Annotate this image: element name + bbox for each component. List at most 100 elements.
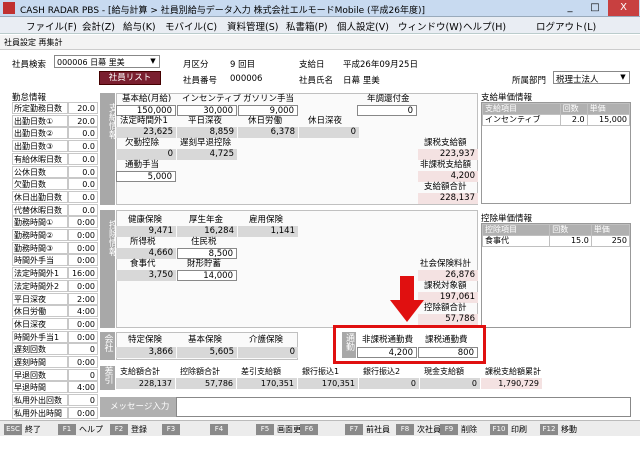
attendance-value[interactable]: 0.0: [68, 165, 98, 178]
attendance-row[interactable]: 平日深夜 2:00: [12, 292, 98, 305]
savings-input[interactable]: 14,000: [177, 270, 237, 281]
attendance-value[interactable]: 4:00: [68, 305, 98, 318]
menu-file[interactable]: ファイル(F): [26, 19, 77, 33]
attendance-row[interactable]: 出勤日数② 0.0: [12, 127, 98, 140]
table-row[interactable]: 食事代 15.0 250: [481, 235, 631, 247]
attendance-row[interactable]: 時間外手当1 0:00: [12, 330, 98, 343]
attendance-value[interactable]: 20.0: [68, 114, 98, 127]
fkey-f1-button[interactable]: F1: [58, 424, 76, 435]
menu-personal-settings[interactable]: 個人設定(V): [337, 19, 389, 33]
deduction-unit-table[interactable]: 控除項目 回数 単価 食事代 15.0 250: [481, 223, 631, 328]
employee-select[interactable]: 000006 日幕 里美 ▼: [54, 55, 160, 68]
attendance-row[interactable]: 早退時間 4:00: [12, 381, 98, 394]
menu-documents[interactable]: 資料管理(S): [227, 19, 278, 33]
attendance-value[interactable]: 0.0: [68, 203, 98, 216]
menu-help[interactable]: ヘルプ(H): [463, 19, 506, 33]
attendance-value[interactable]: 0: [68, 368, 98, 381]
attendance-row[interactable]: 出勤日数③ 0.0: [12, 140, 98, 153]
fkey-f3-button[interactable]: F3: [162, 424, 180, 435]
attendance-value[interactable]: 0: [68, 343, 98, 356]
summary-panel: 支給額合計 228,137 控除額合計 57,786 差引支給額 170,351 銀行振込1…: [116, 366, 640, 390]
attendance-value[interactable]: 16:00: [68, 267, 98, 280]
attendance-value[interactable]: 2:00: [68, 292, 98, 305]
attendance-label: 法定時間外1: [12, 267, 68, 280]
resident-tax-input[interactable]: 8,500: [177, 248, 237, 259]
attendance-row[interactable]: 早退回数 0: [12, 368, 98, 381]
fkey-f7-button[interactable]: F7: [345, 424, 363, 435]
attendance-row[interactable]: 代替休暇日数 0.0: [12, 203, 98, 216]
attendance-value[interactable]: 0:00: [68, 317, 98, 330]
attendance-value[interactable]: 0.0: [68, 178, 98, 191]
attendance-value[interactable]: 0.0: [68, 140, 98, 153]
table-row[interactable]: インセンティブ 2.0 15,000: [482, 114, 631, 126]
menu-window[interactable]: ウィンドウ(W): [398, 19, 462, 33]
attendance-value[interactable]: 0.0: [68, 152, 98, 165]
close-button[interactable]: X: [608, 0, 639, 16]
attendance-row[interactable]: 私用外出時間 0:00: [12, 406, 98, 419]
attendance-value[interactable]: 0:00: [68, 216, 98, 229]
fkey-esc-button[interactable]: ESC: [4, 424, 22, 435]
attendance-row[interactable]: 勤務時間① 0:00: [12, 216, 98, 229]
income-tax-label: 所得税: [130, 237, 156, 247]
fkey-f5-button[interactable]: F5: [256, 424, 274, 435]
total-deduction-value: 57,786: [418, 314, 478, 325]
year-adjust-input[interactable]: 0: [357, 105, 417, 116]
chevron-down-icon[interactable]: ▼: [618, 72, 628, 83]
attendance-row[interactable]: 欠勤日数 0.0: [12, 178, 98, 191]
attendance-value[interactable]: 0.0: [68, 190, 98, 203]
attendance-value[interactable]: 0:00: [68, 279, 98, 292]
message-input[interactable]: [176, 397, 631, 417]
menu-logout[interactable]: ログアウト(L): [536, 19, 596, 33]
menu-mailbox[interactable]: 私書箱(P): [286, 19, 328, 33]
fkey-f4-button[interactable]: F4: [210, 424, 228, 435]
attendance-value[interactable]: 4:00: [68, 381, 98, 394]
employer-side-label: 会社: [100, 332, 115, 360]
minimize-button[interactable]: _: [558, 0, 582, 16]
attendance-value[interactable]: 0:00: [68, 241, 98, 254]
attendance-row[interactable]: 法定時間外1 16:00: [12, 267, 98, 280]
pay-unit-table[interactable]: 支給項目 回数 単価 インセンティブ 2.0 15,000: [481, 102, 631, 204]
basic-salary-input[interactable]: 150,000: [116, 105, 176, 116]
attendance-row[interactable]: 勤務時間② 0:00: [12, 229, 98, 241]
attendance-row[interactable]: 休日出勤日数 0.0: [12, 190, 98, 203]
attendance-row[interactable]: 公休日数 0.0: [12, 165, 98, 178]
attendance-value[interactable]: 0:00: [68, 356, 98, 368]
attendance-value[interactable]: 0:00: [68, 229, 98, 241]
department-select[interactable]: 税理士法人 ▼: [553, 71, 630, 85]
commute-allowance-input[interactable]: 5,000: [116, 171, 176, 182]
attendance-value[interactable]: 0:00: [68, 330, 98, 343]
attendance-value[interactable]: 20.0: [68, 102, 98, 114]
fkey-f9-button[interactable]: F9: [440, 424, 458, 435]
fkey-f10-button[interactable]: F10: [490, 424, 508, 435]
maximize-button[interactable]: □: [583, 0, 607, 16]
attendance-value[interactable]: 0:00: [68, 406, 98, 419]
attendance-row[interactable]: 出勤日数① 20.0: [12, 114, 98, 127]
attendance-value[interactable]: 0.0: [68, 127, 98, 140]
app-menu-icon[interactable]: [4, 3, 15, 14]
attendance-row[interactable]: 有給休暇日数 0.0: [12, 152, 98, 165]
incentive-input[interactable]: 30,000: [177, 105, 237, 116]
attendance-row[interactable]: 所定勤務日数 20.0: [12, 102, 98, 114]
menu-mobile[interactable]: モバイル(C): [165, 19, 217, 33]
attendance-row[interactable]: 遅刻時間 0:00: [12, 356, 98, 368]
chevron-down-icon[interactable]: ▼: [148, 56, 158, 67]
breadcrumb[interactable]: 社員設定 再集計: [4, 37, 63, 48]
menu-payroll[interactable]: 給与(K): [123, 19, 156, 33]
attendance-row[interactable]: 私用外出回数 0: [12, 394, 98, 407]
attendance-row[interactable]: 時間外手当 0:00: [12, 254, 98, 267]
fkey-f8-button[interactable]: F8: [396, 424, 414, 435]
attendance-row[interactable]: 法定時間外2 0:00: [12, 279, 98, 292]
menu-accounting[interactable]: 会計(Z): [82, 19, 115, 33]
attendance-row[interactable]: 休日労働 4:00: [12, 305, 98, 318]
gasoline-allowance-input[interactable]: 9,000: [238, 105, 298, 116]
taxable-base-label: 課税対象額: [424, 281, 467, 291]
attendance-value[interactable]: 0: [68, 394, 98, 407]
attendance-row[interactable]: 遅刻回数 0: [12, 343, 98, 356]
fkey-f6-button[interactable]: F6: [300, 424, 318, 435]
employee-list-button[interactable]: 社員リスト: [99, 71, 161, 85]
attendance-row[interactable]: 勤務時間③ 0:00: [12, 241, 98, 254]
attendance-row[interactable]: 休日深夜 0:00: [12, 317, 98, 330]
fkey-f12-button[interactable]: F12: [540, 424, 558, 435]
attendance-value[interactable]: 0:00: [68, 254, 98, 267]
fkey-f2-button[interactable]: F2: [110, 424, 128, 435]
